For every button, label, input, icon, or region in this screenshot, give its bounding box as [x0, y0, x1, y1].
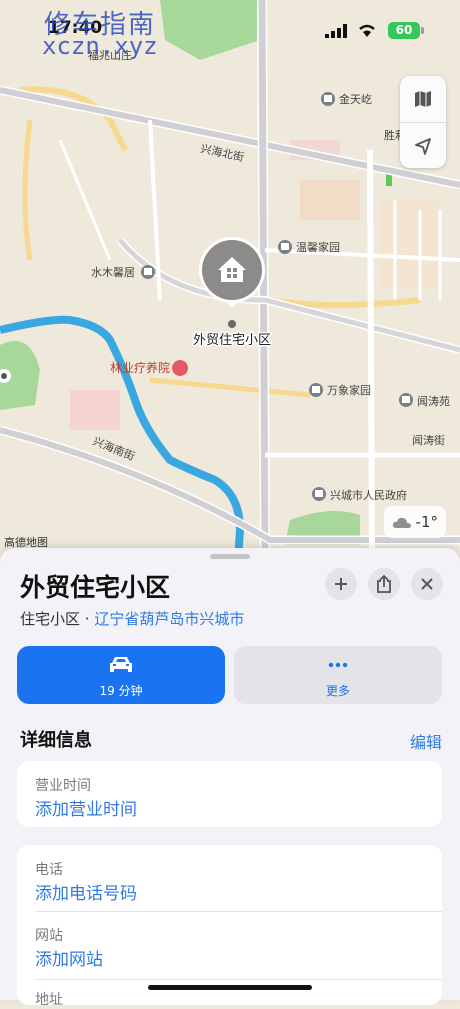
svg-text:闻涛苑: 闻涛苑	[417, 394, 450, 408]
more-button[interactable]: 更多	[234, 646, 442, 704]
svg-text:温馨家园: 温馨家园	[296, 240, 340, 254]
add-button[interactable]	[325, 568, 357, 600]
cloud-icon	[392, 517, 411, 528]
add-hours-link[interactable]: 添加营业时间	[35, 795, 137, 820]
close-button[interactable]	[411, 568, 443, 600]
temperature: -1°	[415, 513, 438, 531]
place-sheet[interactable]: 外贸住宅小区 住宅小区 · 辽宁省葫芦岛市兴城市 19 分钟 更多 详细信息 编…	[0, 548, 460, 1008]
hours-card[interactable]: 营业时间 添加营业时间	[17, 761, 442, 827]
wifi-icon	[359, 24, 375, 37]
map-view[interactable]: 兴海北街 兴海南街 闻涛街 金天屹 胜利 温馨家园 水木馨居 万象家园 闻涛苑 …	[0, 0, 460, 561]
locate-button[interactable]	[400, 122, 446, 169]
share-icon	[377, 575, 391, 593]
plus-icon	[335, 578, 347, 590]
divider	[35, 979, 442, 980]
poi-shuimu-xinju[interactable]: 水木馨居	[91, 265, 155, 279]
weather-badge: -1°	[383, 506, 446, 538]
place-category: 住宅小区	[20, 610, 81, 628]
hours-label: 营业时间	[35, 778, 91, 794]
more-icon	[328, 662, 348, 668]
website-label: 网站	[35, 928, 63, 944]
svg-text:林业疗养院: 林业疗养院	[110, 360, 170, 375]
poi-wentaoyuan[interactable]: 闻涛苑	[399, 393, 450, 408]
more-label: 更多	[325, 684, 350, 698]
drive-time: 19 分钟	[99, 684, 143, 698]
map-mode-button[interactable]	[400, 76, 446, 122]
add-phone-link[interactable]: 添加电话号码	[35, 879, 137, 904]
svg-text:兴城市人民政府: 兴城市人民政府	[330, 488, 407, 502]
contact-card: 电话 添加电话号码 网站 添加网站 地址	[17, 845, 442, 1008]
poi-wanxiang-jiayuan[interactable]: 万象家园	[309, 383, 371, 397]
share-button[interactable]	[368, 568, 400, 600]
poi-jintianyi[interactable]: 金天屹	[321, 92, 372, 106]
place-subtitle: 住宅小区 · 辽宁省葫芦岛市兴城市	[20, 608, 244, 629]
edit-button[interactable]: 编辑	[410, 729, 442, 753]
divider	[35, 911, 442, 912]
home-indicator[interactable]	[148, 985, 312, 990]
svg-text:万象家园: 万象家园	[327, 383, 371, 397]
close-icon	[421, 578, 433, 590]
poi-linye-sanatorium[interactable]: 林业疗养院	[110, 360, 188, 376]
location-arrow-icon	[415, 138, 431, 155]
subtitle-separator: ·	[84, 610, 90, 628]
map-canvas[interactable]: 兴海北街 兴海南街 闻涛街 金天屹 胜利 温馨家园 水木馨居 万象家园 闻涛苑 …	[0, 0, 460, 561]
phone-label: 电话	[35, 862, 63, 878]
details-heading: 详细信息	[20, 730, 92, 751]
address-label: 地址	[35, 992, 63, 1008]
map-controls	[400, 76, 446, 168]
poi-wenxin-jiayuan[interactable]: 温馨家园	[278, 240, 340, 254]
drive-directions-button[interactable]: 19 分钟	[17, 646, 225, 704]
cellular-signal-icon	[325, 24, 347, 38]
svg-text:金天屹: 金天屹	[339, 92, 372, 106]
place-title: 外贸住宅小区	[20, 573, 171, 602]
watermark-url: xczn.xyz	[42, 32, 158, 60]
map-icon	[415, 91, 431, 107]
place-location-link[interactable]: 辽宁省葫芦岛市兴城市	[94, 610, 244, 628]
add-website-link[interactable]: 添加网站	[35, 945, 103, 970]
sheet-grabber[interactable]	[210, 554, 250, 559]
battery-icon: 60	[388, 22, 420, 39]
street-label: 闻涛街	[412, 433, 445, 447]
svg-text:水木馨居: 水木馨居	[91, 265, 135, 279]
pin-label: 外贸住宅小区	[193, 333, 271, 348]
car-icon	[110, 657, 132, 672]
